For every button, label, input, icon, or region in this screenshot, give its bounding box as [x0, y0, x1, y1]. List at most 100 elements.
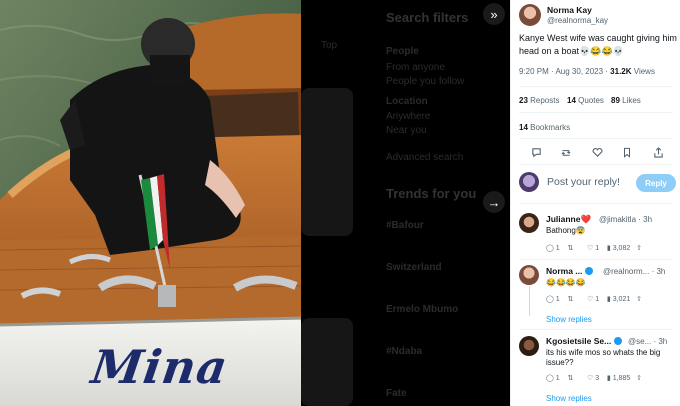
quotes-count: 14 [567, 96, 576, 105]
likes-label: Likes [619, 96, 641, 105]
bookmarks-label: Bookmarks [527, 123, 571, 132]
share-icon[interactable]: ⇧ [636, 295, 642, 303]
reply-actions: ◯ 1 ⇅ ♡ 1 ▮ 3,082 ⇧ [546, 244, 642, 252]
tweet-timestamp[interactable]: 9:20 PM · Aug 30, 2023 · [519, 67, 610, 76]
author-name[interactable]: Norma Kay [547, 5, 592, 15]
repost-icon [561, 149, 571, 156]
like-action[interactable] [590, 145, 604, 159]
repost-icon[interactable]: ⇅ [567, 374, 573, 382]
reply-action[interactable] [529, 145, 543, 159]
collapse-panel-button[interactable]: » [483, 3, 505, 25]
divider [519, 86, 673, 87]
repost-action[interactable] [559, 145, 573, 159]
heart-icon[interactable]: ♡ [587, 244, 593, 252]
views-icon[interactable]: ▮ [607, 244, 611, 252]
share-icon[interactable]: ⇧ [636, 244, 642, 252]
reply-button[interactable]: Reply [636, 174, 676, 192]
reposts-stat[interactable]: 23 Reposts [519, 96, 559, 105]
repost-icon[interactable]: ⇅ [567, 244, 573, 252]
like-count: 1 [595, 296, 600, 303]
reply-text-line: its his wife mos so whats the big [546, 348, 661, 357]
bookmark-icon [624, 147, 630, 158]
bookmarks-stat[interactable]: 14 Bookmarks [519, 123, 570, 132]
comment-icon [531, 147, 541, 157]
like-count: 1 [595, 245, 600, 252]
reply-count: 1 [555, 375, 560, 382]
share-icon[interactable]: ⇧ [636, 374, 642, 382]
bookmark-action[interactable] [620, 145, 634, 159]
views-icon[interactable]: ▮ [607, 374, 611, 382]
background-image [301, 318, 353, 406]
reply-author-name-text: Norma ... [546, 266, 583, 276]
reply-actions: ◯ 1 ⇅ ♡ 3 ▮ 1,885 ⇧ [546, 374, 642, 382]
reply-count: 1 [555, 245, 560, 252]
reposts-count: 23 [519, 96, 528, 105]
views-icon[interactable]: ▮ [607, 295, 611, 303]
comment-icon[interactable]: ◯ [546, 374, 554, 382]
tweet-text: Kanye West wife was caught giving him he… [519, 33, 677, 56]
divider [519, 112, 673, 113]
repost-icon[interactable]: ⇅ [567, 295, 573, 303]
heart-icon[interactable]: ♡ [587, 374, 593, 382]
reposts-label: Reposts [527, 96, 560, 105]
verified-badge-icon [613, 337, 622, 345]
tweet-photo[interactable]: Mina [0, 0, 305, 406]
show-replies-link[interactable]: Show replies [546, 315, 592, 324]
my-avatar [519, 172, 539, 192]
tweet-side-panel: Norma Kay @realnorma_kay Kanye West wife… [510, 0, 680, 406]
arrow-right-icon: → [487, 194, 501, 210]
divider [519, 259, 673, 260]
reply-input[interactable]: Post your reply! [547, 176, 620, 188]
reply-avatar[interactable] [519, 213, 539, 233]
quotes-label: Quotes [575, 96, 604, 105]
reply-author-name[interactable]: Norma ... [546, 266, 593, 276]
media-viewer: Mina Top Search filters People From anyo… [0, 0, 680, 406]
comment-icon[interactable]: ◯ [546, 244, 554, 252]
anywhere-option: Anywhere [386, 111, 431, 122]
share-action[interactable] [651, 145, 665, 159]
view-count: 3,082 [612, 245, 631, 252]
next-image-button[interactable]: → [483, 191, 505, 213]
reply-author-name[interactable]: Kgosietsile Se... [546, 336, 622, 346]
reply-author-handle[interactable]: @jimakitla · 3h [599, 215, 652, 224]
bookmarks-count: 14 [519, 123, 528, 132]
reply-author-handle[interactable]: @se... · 3h [628, 337, 667, 346]
views-count: 31.2K [610, 67, 632, 76]
advanced-search-link: Advanced search [386, 152, 464, 163]
trend-item: Fate [386, 388, 407, 399]
reply-author-name[interactable]: Julianne❤️ [546, 214, 591, 225]
views-label: Views [631, 67, 655, 76]
reply-count: 1 [555, 296, 560, 303]
author-handle[interactable]: @realnorma_kay [547, 16, 608, 25]
view-count: 3,021 [612, 296, 631, 303]
heart-icon[interactable]: ♡ [587, 295, 593, 303]
tweet-meta: 9:20 PM · Aug 30, 2023 · 31.2K Views [519, 67, 655, 76]
comment-icon[interactable]: ◯ [546, 295, 554, 303]
heart-icon [592, 147, 602, 157]
quotes-stat[interactable]: 14 Quotes [567, 96, 604, 105]
location-heading: Location [386, 96, 428, 107]
near-you-option: Near you [386, 125, 427, 136]
reply-avatar[interactable] [519, 265, 539, 285]
reply-author-handle[interactable]: @realnorm... · 3h [603, 267, 665, 276]
background-image [301, 88, 353, 236]
likes-stat[interactable]: 89 Likes [611, 96, 641, 105]
from-anyone-option: From anyone [386, 62, 445, 73]
reply-text: 😂😂😂😂 [546, 278, 586, 287]
thread-line [529, 286, 530, 316]
author-avatar[interactable] [519, 4, 541, 26]
share-icon [653, 146, 663, 158]
trend-item: #Bafour [386, 220, 424, 231]
reply-author-name-text: Kgosietsile Se... [546, 336, 612, 346]
show-replies-link[interactable]: Show replies [546, 394, 592, 403]
reply-text-line: issue?? [546, 358, 574, 367]
view-count: 1,885 [612, 375, 631, 382]
divider [519, 329, 673, 330]
reply-avatar[interactable] [519, 336, 539, 356]
likes-count: 89 [611, 96, 620, 105]
trend-item: #Ndaba [386, 346, 423, 357]
people-heading: People [386, 46, 419, 57]
divider [519, 164, 673, 165]
search-filters-heading: Search filters [386, 10, 469, 25]
reply-text: Bathong😨 [546, 226, 586, 235]
